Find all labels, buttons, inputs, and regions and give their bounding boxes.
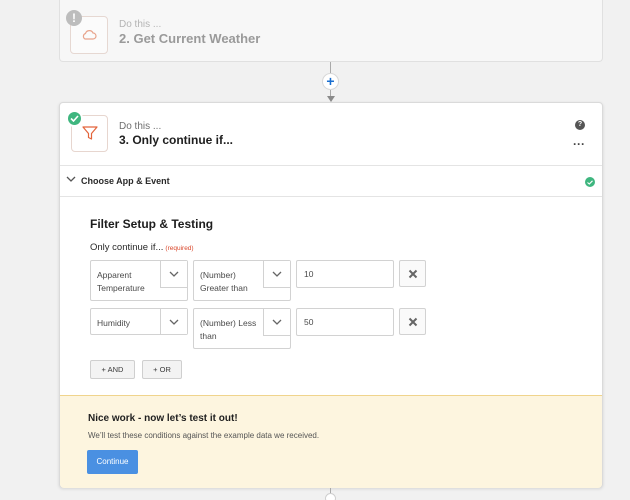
check-circle-icon <box>66 110 83 127</box>
more-options-icon[interactable]: ··· <box>573 137 585 151</box>
next-step-node[interactable] <box>325 493 336 500</box>
step-3-card: Do this ... 3. Only continue if... ? ···… <box>59 102 603 488</box>
step-3-subtitle: Do this ... <box>119 121 162 132</box>
notice-title: Nice work - now let’s test it out! <box>88 413 238 424</box>
filter-setup-body: Filter Setup & Testing Only continue if.… <box>60 198 602 394</box>
condition-label-text: Only continue if... <box>90 242 164 253</box>
choose-app-event-section[interactable]: Choose App & Event <box>60 166 602 197</box>
check-circle-icon <box>585 177 595 187</box>
remove-condition-button[interactable] <box>399 308 426 335</box>
close-x-icon <box>408 269 417 278</box>
operator-select[interactable]: (Number) Less than <box>193 308 291 349</box>
step-2-card[interactable]: ! Do this ... 2. Get Current Weather <box>59 0 603 62</box>
continue-button[interactable]: Continue <box>87 450 138 474</box>
test-notice: Nice work - now let’s test it out! We’ll… <box>60 395 602 488</box>
field-select-value: Apparent Temperature <box>97 270 145 293</box>
add-or-button[interactable]: + OR <box>142 360 182 379</box>
condition-label: Only continue if... (required) <box>90 242 194 253</box>
operator-select-value: (Number) Less than <box>200 318 257 341</box>
field-select-value: Humidity <box>97 318 131 328</box>
section-title: Filter Setup & Testing <box>90 217 214 231</box>
step-2-subtitle: Do this ... <box>119 19 162 30</box>
add-and-button[interactable]: + AND <box>90 360 135 379</box>
condition-row: Apparent Temperature (Number) Greater th… <box>90 260 426 304</box>
accordion-label: Choose App & Event <box>81 176 170 186</box>
operator-select-value: (Number) Greater than <box>200 270 248 293</box>
remove-condition-button[interactable] <box>399 260 426 287</box>
value-input[interactable]: 10 <box>296 260 394 288</box>
warning-badge: ! <box>66 10 82 26</box>
chevron-down-icon[interactable] <box>160 309 187 334</box>
condition-row: Humidity (Number) Less than 50 <box>90 308 426 352</box>
value-input[interactable]: 50 <box>296 308 394 336</box>
chevron-down-icon[interactable] <box>263 309 290 336</box>
field-select[interactable]: Apparent Temperature <box>90 260 188 301</box>
close-x-icon <box>408 317 417 326</box>
help-icon[interactable]: ? <box>575 120 585 130</box>
step-3-title: 3. Only continue if... <box>119 133 234 147</box>
step-2-title: 2. Get Current Weather <box>119 31 261 46</box>
chevron-down-icon[interactable] <box>160 261 187 288</box>
notice-text: We’ll test these conditions against the … <box>88 431 320 440</box>
add-step-button[interactable]: + <box>322 73 339 90</box>
step-3-header[interactable]: Do this ... 3. Only continue if... ? ··· <box>60 103 602 166</box>
required-tag: (required) <box>165 245 194 252</box>
chevron-down-icon <box>66 176 76 182</box>
chevron-down-icon[interactable] <box>263 261 290 288</box>
operator-select[interactable]: (Number) Greater than <box>193 260 291 301</box>
connector-line-top <box>330 62 331 73</box>
field-select[interactable]: Humidity <box>90 308 188 335</box>
